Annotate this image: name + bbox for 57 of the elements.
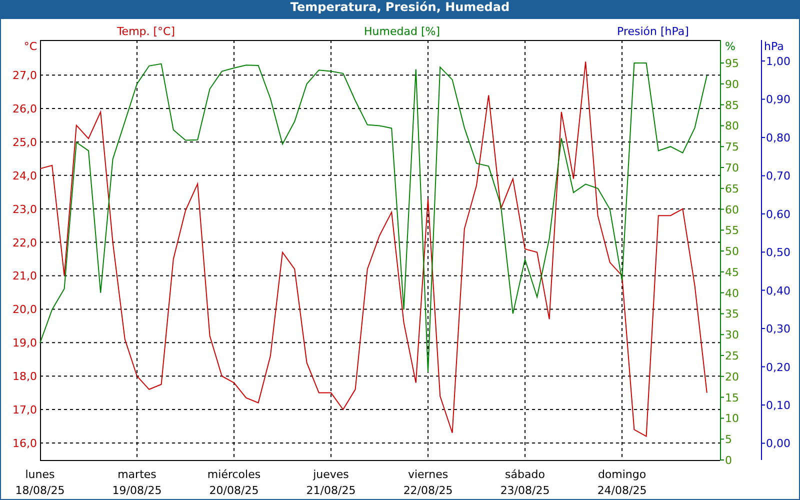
axis-tick-label: 16,0 bbox=[12, 436, 37, 450]
axis-tick-label: 27,0 bbox=[12, 69, 37, 82]
axis-tick-label: 55 bbox=[725, 224, 739, 238]
axis-tick-label: 0,20 bbox=[766, 360, 790, 374]
axis-tick-label: 75 bbox=[725, 140, 739, 154]
axis-unit-label: % bbox=[725, 40, 736, 53]
axis-tick-label: 0,10 bbox=[766, 398, 790, 412]
axis-tick-label: 25,0 bbox=[12, 136, 37, 149]
axis-tick-label: 15 bbox=[725, 391, 739, 404]
axis-tick-label: 30 bbox=[725, 328, 739, 342]
series-title: Presión [hPa] bbox=[617, 25, 689, 38]
axis-tick-label: 21,0 bbox=[12, 270, 37, 283]
date-label: domingo 24/08/25 bbox=[597, 468, 647, 497]
date-label: lunes 18/08/25 bbox=[15, 468, 65, 497]
axis-tick-label: 19,0 bbox=[12, 336, 37, 350]
axis-tick-label: 60 bbox=[725, 203, 739, 216]
axis-tick-label: 40 bbox=[725, 286, 739, 300]
axis-tick-label: 24,0 bbox=[12, 169, 37, 182]
axis-tick-label: 0,90 bbox=[766, 93, 790, 106]
axis-tick-label: 90 bbox=[725, 78, 739, 91]
date-label: martes 19/08/25 bbox=[112, 468, 162, 497]
window-title: Temperatura, Presión, Humedad bbox=[289, 0, 511, 16]
axis-tick-label: 0,70 bbox=[766, 170, 790, 183]
date-label: viernes 22/08/25 bbox=[403, 468, 453, 497]
axis-tick-label: 20,0 bbox=[12, 303, 37, 316]
axis-tick-label: 0 bbox=[725, 454, 732, 467]
axis-unit-label: °C bbox=[24, 40, 37, 53]
axis-tick-label: 0,00 bbox=[766, 437, 790, 450]
date-label: miércoles 20/08/25 bbox=[207, 468, 261, 497]
axis-tick-label: 18,0 bbox=[12, 370, 37, 384]
axis-tick-label: 80 bbox=[725, 120, 739, 133]
date-label: sábado 23/08/25 bbox=[500, 468, 550, 497]
axis-tick-label: 0,40 bbox=[766, 284, 790, 298]
date-label: jueves 21/08/25 bbox=[306, 468, 356, 497]
axis-tick-label: 95 bbox=[725, 56, 739, 70]
series-title: Temp. [°C] bbox=[116, 25, 176, 38]
axis-tick-label: 65 bbox=[725, 182, 739, 196]
axis-tick-label: 22,0 bbox=[12, 236, 37, 250]
axis-tick-label: 85 bbox=[725, 98, 739, 112]
axis-tick-label: 35 bbox=[725, 308, 739, 321]
axis-tick-label: 25 bbox=[725, 350, 739, 363]
axis-tick-label: 45 bbox=[725, 266, 739, 279]
axis-unit-label: hPa bbox=[764, 40, 784, 53]
axis-tick-label: 23,0 bbox=[12, 202, 37, 216]
axis-tick-label: 20 bbox=[725, 370, 739, 384]
axis-tick-label: 0,80 bbox=[766, 131, 790, 144]
series-title: Humedad [%] bbox=[364, 25, 440, 38]
axis-tick-label: 0,50 bbox=[766, 246, 790, 260]
axis-tick-label: 0,30 bbox=[766, 322, 790, 336]
axis-tick-label: 26,0 bbox=[12, 102, 37, 116]
axis-tick-label: 1,00 bbox=[766, 55, 790, 68]
axis-tick-label: 70 bbox=[725, 161, 739, 174]
axis-tick-label: 5 bbox=[725, 433, 732, 446]
axis-tick-label: 10 bbox=[725, 412, 739, 426]
axis-tick-label: 17,0 bbox=[12, 404, 37, 416]
axis-tick-label: 50 bbox=[725, 245, 739, 258]
axis-tick-label: 0,60 bbox=[766, 208, 790, 221]
